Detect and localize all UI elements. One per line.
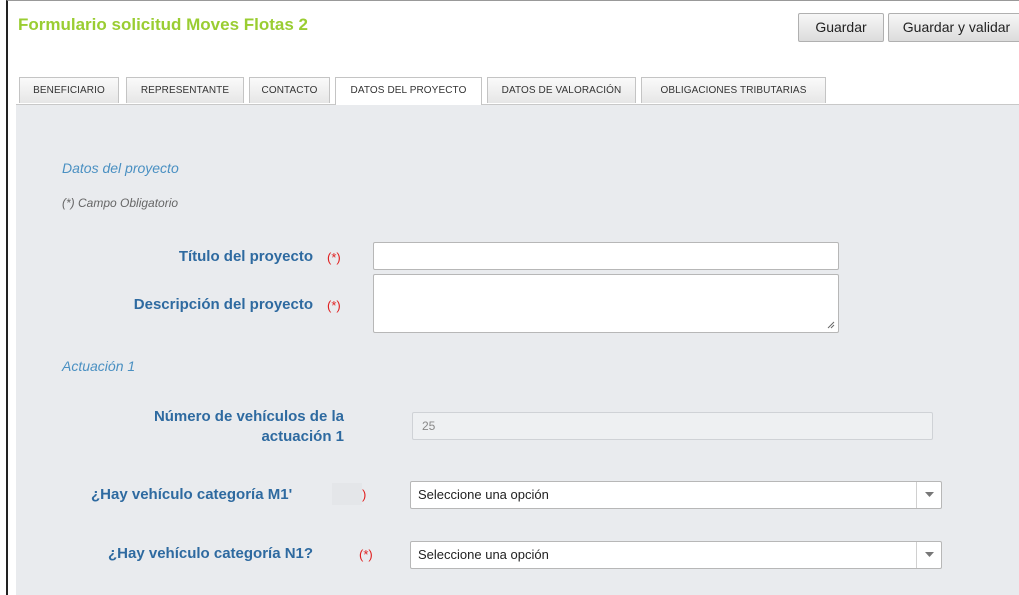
section-title-datos-proyecto: Datos del proyecto xyxy=(62,160,179,176)
tab-obligaciones-tributarias[interactable]: OBLIGACIONES TRIBUTARIAS xyxy=(641,77,826,103)
vehicles-count-input: 25 xyxy=(412,412,933,440)
required-marker: (*) xyxy=(327,298,341,313)
required-marker: (*) xyxy=(327,250,341,265)
project-title-input[interactable] xyxy=(373,242,839,270)
n1-category-selected-value: Seleccione una opción xyxy=(418,547,549,562)
vehicles-count-label-line2: actuación 1 xyxy=(261,428,344,445)
save-button[interactable]: Guardar xyxy=(798,13,884,42)
app-window: Formulario solicitud Moves Flotas 2 Guar… xyxy=(6,0,1019,595)
m1-category-select[interactable]: Seleccione una opción xyxy=(410,481,942,509)
vehicles-count-label-line1: Número de vehículos de la xyxy=(153,408,344,425)
required-fields-note: (*) Campo Obligatorio xyxy=(62,196,179,210)
tab-datos-del-proyecto[interactable]: DATOS DEL PROYECTO xyxy=(335,77,482,105)
save-and-validate-button[interactable]: Guardar y validar xyxy=(888,13,1019,42)
tab-datos-de-valoracion[interactable]: DATOS DE VALORACIÓN xyxy=(487,77,636,103)
project-title-label: Título del proyecto xyxy=(178,248,313,265)
required-marker: ) xyxy=(362,487,367,502)
chevron-down-icon[interactable] xyxy=(916,542,941,568)
project-description-label: Descripción del proyecto xyxy=(133,296,313,313)
required-marker: (*) xyxy=(359,547,373,562)
m1-category-selected-value: Seleccione una opción xyxy=(418,487,549,502)
label-overlap xyxy=(332,483,362,505)
vehicles-count-label: Número de vehículos de la actuación 1 xyxy=(76,407,344,447)
n1-category-select[interactable]: Seleccione una opción xyxy=(410,541,942,569)
m1-category-label: ¿Hay vehículo categoría M1' xyxy=(91,486,293,503)
n1-category-label: ¿Hay vehículo categoría N1? xyxy=(108,545,314,562)
tab-representante[interactable]: REPRESENTANTE xyxy=(126,77,244,103)
project-description-textarea[interactable] xyxy=(373,274,839,333)
resize-grip-icon[interactable] xyxy=(827,321,835,329)
tab-beneficiario[interactable]: BENEFICIARIO xyxy=(19,77,119,103)
app-title: Formulario solicitud Moves Flotas 2 xyxy=(18,15,308,34)
tab-strip: BENEFICIARIO REPRESENTANTE CONTACTO DATO… xyxy=(16,77,1019,105)
chevron-down-icon[interactable] xyxy=(916,482,941,508)
vehicles-count-value: 25 xyxy=(422,419,436,433)
section-title-actuacion: Actuación 1 xyxy=(62,358,136,374)
form-panel: Datos del proyecto (*) Campo Obligatorio… xyxy=(16,105,1019,595)
tab-contacto[interactable]: CONTACTO xyxy=(249,77,330,103)
